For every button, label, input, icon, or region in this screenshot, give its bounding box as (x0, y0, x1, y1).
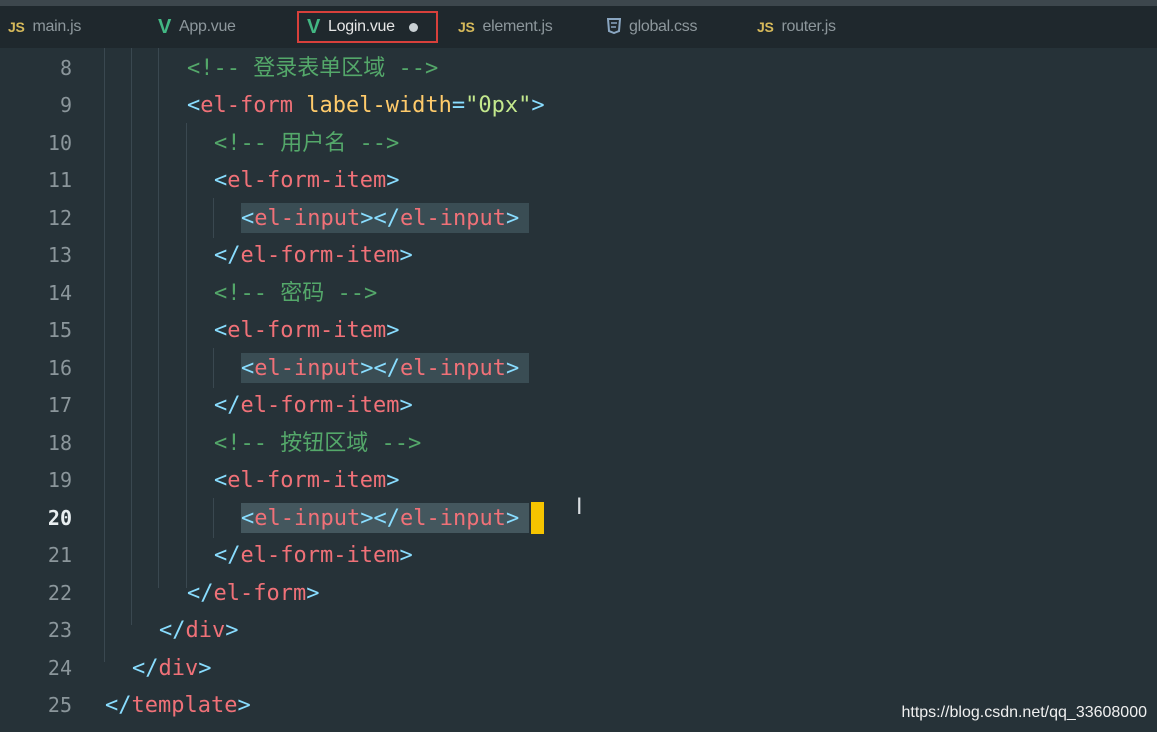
tab-main-js[interactable]: JS main.js (8, 11, 81, 43)
mouse-ibeam-cursor-icon: I (576, 495, 583, 520)
code-line: 24 </div> (0, 650, 1157, 687)
line-number: 21 (47, 543, 72, 567)
code-content: </template> (105, 693, 251, 718)
code-editor[interactable]: 8 <!-- 登录表单区域 --> 9 <el-form label-width… (0, 48, 1157, 732)
code-content: </el-form-item> (214, 543, 413, 568)
line-number: 20 (47, 506, 72, 530)
tab-router-js[interactable]: JS router.js (757, 11, 836, 43)
line-number: 8 (59, 56, 72, 80)
unsaved-changes-dot-icon[interactable] (408, 22, 418, 32)
vue-file-icon: V (158, 15, 172, 38)
code-content: </el-form-item> (214, 393, 413, 418)
line-number: 11 (47, 168, 72, 192)
javascript-file-icon: JS (8, 19, 25, 35)
line-number: 19 (47, 468, 72, 492)
code-line: 8 <!-- 登录表单区域 --> (0, 50, 1157, 87)
code-content: <!-- 密码 --> (214, 281, 378, 306)
code-content: <el-form-item> (214, 168, 400, 193)
line-number: 24 (47, 656, 72, 680)
code-line: 15 <el-form-item> (0, 312, 1157, 349)
javascript-file-icon: JS (757, 19, 774, 35)
line-number: 22 (47, 581, 72, 605)
tab-label: router.js (781, 18, 837, 35)
watermark: https://blog.csdn.net/qq_33608000 (901, 704, 1147, 721)
code-line: 17 </el-form-item> (0, 387, 1157, 424)
line-number: 16 (47, 356, 72, 380)
vue-file-icon: V (307, 15, 321, 38)
code-content: <el-input></el-input> (241, 506, 520, 531)
css-file-icon (606, 17, 622, 37)
tab-label: main.js (32, 18, 82, 35)
code-content: <el-form-item> (214, 318, 400, 343)
code-line: 13 </el-form-item> (0, 237, 1157, 274)
tab-label: Login.vue (328, 18, 395, 35)
editor-tab-bar: JS main.js V App.vue V Login.vue JS elem… (0, 6, 1157, 48)
code-line: 12 <el-input></el-input> (0, 200, 1157, 237)
line-number: 14 (47, 281, 72, 305)
code-line: 21 </el-form-item> (0, 537, 1157, 574)
line-number: 18 (47, 431, 72, 455)
tab-label: element.js (482, 18, 553, 35)
code-line: 18 <!-- 按钮区域 --> (0, 425, 1157, 462)
tab-global-css[interactable]: global.css (606, 11, 698, 43)
tab-label: global.css (629, 18, 698, 35)
code-line: 14 <!-- 密码 --> (0, 275, 1157, 312)
code-line: 10 <!-- 用户名 --> (0, 125, 1157, 162)
tab-app-vue[interactable]: V App.vue (158, 11, 236, 43)
tab-element-js[interactable]: JS element.js (458, 11, 553, 43)
tab-label: App.vue (179, 18, 236, 35)
code-line: 19 <el-form-item> (0, 462, 1157, 499)
code-content: </div> (132, 656, 212, 681)
code-line: 23 </div> (0, 612, 1157, 649)
tab-login-vue[interactable]: V Login.vue (297, 11, 438, 43)
code-content: <!-- 按钮区域 --> (214, 431, 422, 456)
code-line: 22 </el-form> (0, 575, 1157, 612)
code-content: <el-input></el-input> (241, 206, 520, 231)
line-number: 10 (47, 131, 72, 155)
code-content: </div> (159, 618, 239, 643)
line-number: 17 (47, 393, 72, 417)
javascript-file-icon: JS (458, 19, 475, 35)
line-number: 15 (47, 318, 72, 342)
line-number: 9 (59, 93, 72, 117)
line-number: 23 (47, 618, 72, 642)
code-line: 9 <el-form label-width="0px"> (0, 87, 1157, 124)
code-line: 11 <el-form-item> (0, 162, 1157, 199)
code-content: <!-- 用户名 --> (214, 131, 400, 156)
code-content: </el-form> (187, 581, 320, 606)
code-content: <!-- 登录表单区域 --> (187, 56, 439, 81)
line-number: 13 (47, 243, 72, 267)
code-content: <el-form-item> (214, 468, 400, 493)
line-number: 25 (47, 693, 72, 717)
code-content: </el-form-item> (214, 243, 413, 268)
line-number: 12 (47, 206, 72, 230)
code-content: <el-input></el-input> (241, 356, 520, 381)
code-line: 16 <el-input></el-input> (0, 350, 1157, 387)
code-content: <el-form label-width="0px"> (187, 93, 545, 118)
